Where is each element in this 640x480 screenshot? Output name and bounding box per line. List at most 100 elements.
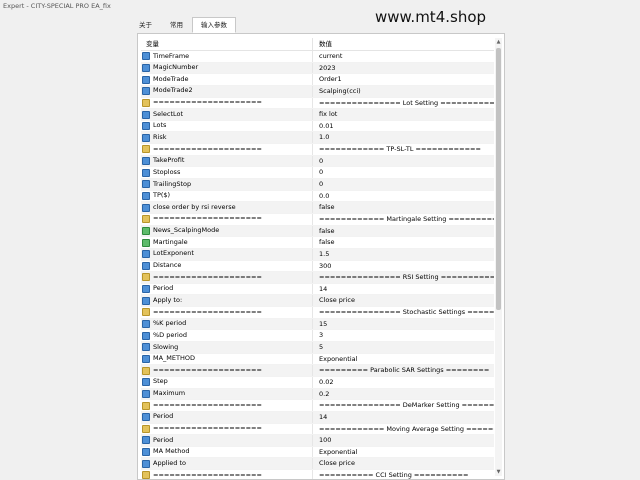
table-row[interactable]: Period 14 bbox=[141, 283, 494, 296]
tab-about[interactable]: 关于 bbox=[130, 17, 161, 33]
value-cell[interactable]: 3 bbox=[313, 330, 494, 341]
table-row[interactable]: ModeTrade Order1 bbox=[141, 74, 494, 86]
value-cell[interactable]: 5 bbox=[313, 342, 494, 353]
table-row[interactable]: ==================== ============ TP-SL-T… bbox=[141, 144, 494, 156]
value-cell[interactable]: Close price bbox=[313, 295, 494, 306]
value-cell[interactable]: =============== Lot Setting ========== bbox=[313, 98, 494, 109]
value-cell[interactable]: 0.2 bbox=[313, 389, 494, 400]
table-row[interactable]: Applied to Close price bbox=[141, 458, 494, 471]
vertical-scrollbar[interactable]: ▲ ▼ bbox=[495, 38, 502, 476]
value-cell[interactable]: ============ Martingale Setting ========… bbox=[313, 214, 494, 225]
table-row[interactable]: LotExponent 1.5 bbox=[141, 248, 494, 261]
value-cell[interactable]: =============== Stochastic Settings ====… bbox=[313, 307, 494, 318]
scroll-up-icon[interactable]: ▲ bbox=[495, 38, 502, 46]
value-cell[interactable]: 2023 bbox=[313, 63, 494, 74]
variable-name: %K period bbox=[153, 319, 187, 328]
value-cell[interactable]: 0 bbox=[313, 179, 494, 190]
variable-cell: %D period bbox=[141, 330, 313, 342]
value-cell[interactable]: false bbox=[313, 202, 494, 213]
value-cell[interactable]: 0 bbox=[313, 156, 494, 167]
value-cell[interactable]: fix lot bbox=[313, 109, 494, 120]
table-row[interactable]: Slowing 5 bbox=[141, 342, 494, 354]
table-row[interactable]: MA_METHOD Exponential bbox=[141, 353, 494, 366]
table-row[interactable]: TrailingStop 0 bbox=[141, 179, 494, 191]
table-row[interactable]: Distance 300 bbox=[141, 260, 494, 273]
param-icon bbox=[142, 261, 150, 270]
table-row[interactable]: MagicNumber 2023 bbox=[141, 62, 494, 75]
table-row[interactable]: Martingale false bbox=[141, 237, 494, 249]
table-row[interactable]: %D period 3 bbox=[141, 330, 494, 343]
table-row[interactable]: MA Method Exponential bbox=[141, 446, 494, 459]
param-icon bbox=[142, 192, 150, 200]
table-row[interactable]: ==================== ========== CCI Setti… bbox=[141, 470, 494, 479]
variable-cell: SelectLot bbox=[141, 109, 313, 120]
variable-cell: ==================== bbox=[141, 400, 313, 411]
value-cell[interactable]: =============== RSI Setting ========== bbox=[313, 272, 494, 283]
value-cell[interactable]: 0 bbox=[313, 167, 494, 178]
scroll-thumb[interactable] bbox=[496, 48, 501, 310]
table-row[interactable]: Maximum 0.2 bbox=[141, 388, 494, 401]
value-cell[interactable]: 14 bbox=[313, 412, 494, 423]
value-cell[interactable]: 300 bbox=[313, 261, 494, 272]
value-cell[interactable]: false bbox=[313, 237, 494, 248]
table-row[interactable]: TimeFrame current bbox=[141, 51, 494, 63]
table-row[interactable]: Period 100 bbox=[141, 435, 494, 447]
value-cell[interactable]: 0.0 bbox=[313, 191, 494, 202]
param-icon bbox=[142, 331, 150, 340]
value-cell[interactable]: Scalping(cci) bbox=[313, 86, 494, 97]
table-row[interactable]: Period 14 bbox=[141, 411, 494, 424]
table-row[interactable]: Apply to: Close price bbox=[141, 295, 494, 308]
table-row[interactable]: Risk 1.0 bbox=[141, 132, 494, 145]
table-row[interactable]: ==================== ========= Parabolic … bbox=[141, 365, 494, 377]
variable-name: Apply to: bbox=[153, 295, 183, 304]
table-row[interactable]: ==================== =============== Lot … bbox=[141, 97, 494, 110]
column-header-value[interactable]: 数值 bbox=[313, 38, 494, 50]
value-cell[interactable]: ========== CCI Setting ========== bbox=[313, 470, 494, 479]
tab-common[interactable]: 常用 bbox=[161, 17, 192, 33]
table-row[interactable]: Lots 0.01 bbox=[141, 120, 494, 133]
value-cell[interactable]: current bbox=[313, 51, 494, 62]
param-icon bbox=[142, 168, 150, 177]
table-row[interactable]: ==================== =============== RSI … bbox=[141, 272, 494, 284]
table-row[interactable]: ModeTrade2 Scalping(cci) bbox=[141, 85, 494, 98]
table-row[interactable]: ==================== =============== Stoc… bbox=[141, 307, 494, 319]
table-row[interactable]: close order by rsi reverse false bbox=[141, 202, 494, 214]
variable-name: TP($) bbox=[153, 191, 171, 200]
table-row[interactable]: ==================== ============ Moving … bbox=[141, 423, 494, 436]
table-row[interactable]: News_ScalpingMode false bbox=[141, 225, 494, 238]
value-cell[interactable]: 14 bbox=[313, 284, 494, 295]
value-cell[interactable]: 0.02 bbox=[313, 377, 494, 388]
param-icon bbox=[142, 343, 150, 352]
value-cell[interactable]: ========= Parabolic SAR Settings =======… bbox=[313, 365, 494, 376]
value-cell[interactable]: Order1 bbox=[313, 74, 494, 85]
value-cell[interactable]: ============ TP-SL-TL ============ bbox=[313, 144, 494, 155]
value-cell[interactable]: false bbox=[313, 226, 494, 237]
table-row[interactable]: ==================== =============== DeMa… bbox=[141, 400, 494, 412]
column-header-variable[interactable]: 变量 bbox=[141, 38, 313, 50]
variable-name: TimeFrame bbox=[153, 51, 190, 60]
value-cell[interactable]: 0.01 bbox=[313, 121, 494, 132]
table-row[interactable]: TP($) 0.0 bbox=[141, 190, 494, 203]
table-row[interactable]: Step 0.02 bbox=[141, 376, 494, 389]
tab-inputs[interactable]: 输入参数 bbox=[192, 17, 236, 33]
value-cell[interactable]: Exponential bbox=[313, 354, 494, 365]
table-row[interactable]: %K period 15 bbox=[141, 318, 494, 331]
variable-name: %D period bbox=[153, 330, 187, 339]
value-cell[interactable]: ============ Moving Average Setting ====… bbox=[313, 424, 494, 435]
table-row[interactable]: SelectLot fix lot bbox=[141, 109, 494, 121]
scroll-down-icon[interactable]: ▼ bbox=[495, 468, 502, 476]
value-cell[interactable]: 15 bbox=[313, 319, 494, 330]
variable-cell: LotExponent bbox=[141, 248, 313, 260]
value-cell[interactable]: =============== DeMarker Setting ====== bbox=[313, 400, 494, 411]
table-row[interactable]: TakeProfit 0 bbox=[141, 155, 494, 168]
table-row[interactable]: Stoploss 0 bbox=[141, 167, 494, 180]
value-cell[interactable]: Close price bbox=[313, 458, 494, 469]
value-cell[interactable]: 100 bbox=[313, 435, 494, 446]
value-cell[interactable]: 1.5 bbox=[313, 249, 494, 260]
variable-cell: Step bbox=[141, 376, 313, 388]
param-icon bbox=[142, 378, 150, 387]
value-cell[interactable]: Exponential bbox=[313, 447, 494, 458]
value-cell[interactable]: 1.0 bbox=[313, 132, 494, 143]
variable-cell: ==================== bbox=[141, 144, 313, 155]
table-row[interactable]: ==================== ============ Marting… bbox=[141, 213, 494, 226]
